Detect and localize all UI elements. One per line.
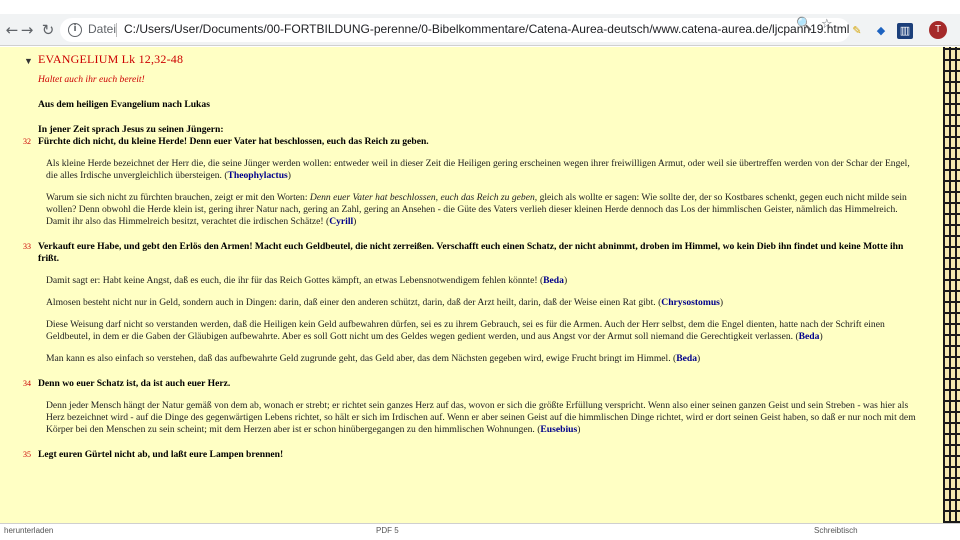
taskbar-item[interactable]: PDF 5: [376, 526, 399, 535]
bookmark-star-icon[interactable]: ☆: [821, 17, 833, 32]
taskbar-item[interactable]: herunterladen: [4, 526, 53, 535]
gospel-intro: In jener Zeit sprach Jesus zu seinen Jün…: [38, 124, 224, 135]
page-left-margin: [0, 47, 20, 523]
collapse-marker-icon[interactable]: ▼: [24, 56, 33, 66]
pencil-extension-icon[interactable]: ✎: [849, 23, 865, 39]
commentary-paragraph: Almosen besteht nicht nur in Geld, sonde…: [46, 297, 724, 308]
commentary-paragraph: Diese Weisung darf nicht so verstanden w…: [46, 319, 885, 342]
author-link[interactable]: Beda: [543, 275, 564, 286]
address-bar[interactable]: i Datei C:/Users/User/Documents/00-FORTB…: [60, 18, 850, 42]
verse-text: Fürchte dich nicht, du kleine Herde! Den…: [38, 136, 429, 147]
verse-number: 35: [23, 450, 31, 459]
commentary-paragraph: Denn jeder Mensch hängt der Natur gemäß …: [46, 400, 916, 435]
author-link[interactable]: Beda: [799, 331, 820, 342]
verse-number: 33: [23, 242, 31, 251]
info-icon[interactable]: i: [68, 23, 82, 37]
commentary-text-span: Man kann es also einfach so verstehen, d…: [46, 353, 671, 364]
verse-35: 35 Legt euren Gürtel nicht ab, und laßt …: [23, 449, 923, 461]
commentary-quote: Denn euer Vater hat beschlossen, euch da…: [309, 192, 538, 203]
author-link[interactable]: Chrysostomus: [661, 297, 720, 308]
verse-32: 32 Fürchte dich nicht, du kleine Herde! …: [23, 136, 923, 148]
shield-extension-icon[interactable]: ◆: [873, 23, 889, 39]
commentary-text-span: Als kleine Herde bezeichnet der Herr die…: [46, 158, 910, 181]
gospel-title: EVANGELIUM Lk 12,32-48: [38, 52, 184, 66]
url-scheme: Datei: [88, 22, 117, 36]
verse-34: 34 Denn wo euer Schatz ist, da ist auch …: [23, 378, 923, 390]
forward-arrow-icon[interactable]: →: [17, 20, 37, 40]
author-link[interactable]: Beda: [676, 353, 697, 364]
verse-33: 33 Verkauft eure Habe, und gebt den Erlö…: [23, 241, 923, 265]
greek-key-border: [943, 47, 960, 523]
commentary-text-span: Almosen besteht nicht nur in Geld, sonde…: [46, 297, 656, 308]
browser-toolbar: ← → ↻ i Datei C:/Users/User/Documents/00…: [0, 14, 960, 46]
author-link[interactable]: Theophylactus: [228, 170, 288, 181]
verse-text: Legt euren Gürtel nicht ab, und laßt eur…: [38, 449, 284, 460]
verse-text: Denn wo euer Schatz ist, da ist auch eue…: [38, 378, 231, 389]
commentary-paragraph: Warum sie sich nicht zu fürchten brauche…: [46, 192, 907, 227]
commentary-text-span: Denn jeder Mensch hängt der Natur gemäß …: [46, 400, 916, 435]
page-content: ▼ EVANGELIUM Lk 12,32-48 Haltet auch ihr…: [0, 47, 960, 523]
url-text[interactable]: C:/Users/User/Documents/00-FORTBILDUNG-p…: [124, 22, 849, 36]
commentary-paragraph: Man kann es also einfach so verstehen, d…: [46, 353, 701, 364]
commentary-text-span: Diese Weisung darf nicht so verstanden w…: [46, 319, 885, 342]
commentary-text-span: Damit sagt er: Habt keine Angst, daß es …: [46, 275, 538, 286]
profile-avatar[interactable]: T: [929, 21, 947, 39]
author-link[interactable]: Eusebius: [540, 424, 577, 435]
commentary-paragraph: Als kleine Herde bezeichnet der Herr die…: [46, 158, 910, 181]
taskbar-item[interactable]: Schreibtisch: [814, 526, 858, 535]
reader-extension-icon[interactable]: ▥: [897, 23, 913, 39]
address-separator: [116, 23, 117, 37]
gospel-heading: Aus dem heiligen Evangelium nach Lukas: [38, 99, 210, 110]
commentary-paragraph: Damit sagt er: Habt keine Angst, daß es …: [46, 275, 568, 286]
taskbar: herunterladen PDF 5 Schreibtisch: [0, 523, 960, 540]
commentary-text: EVANGELIUM Lk 12,32-48 Haltet auch ihr e…: [23, 52, 923, 461]
author-link[interactable]: Cyrill: [329, 216, 353, 227]
gospel-tagline: Haltet auch ihr euch bereit!: [38, 74, 145, 85]
verse-text: Verkauft eure Habe, und gebt den Erlös d…: [38, 241, 904, 264]
verse-number: 32: [23, 137, 31, 146]
zoom-icon[interactable]: 🔍: [796, 17, 812, 32]
commentary-text-span: Warum sie sich nicht zu fürchten brauche…: [46, 192, 308, 203]
verse-number: 34: [23, 379, 31, 388]
reload-icon[interactable]: ↻: [38, 20, 58, 40]
